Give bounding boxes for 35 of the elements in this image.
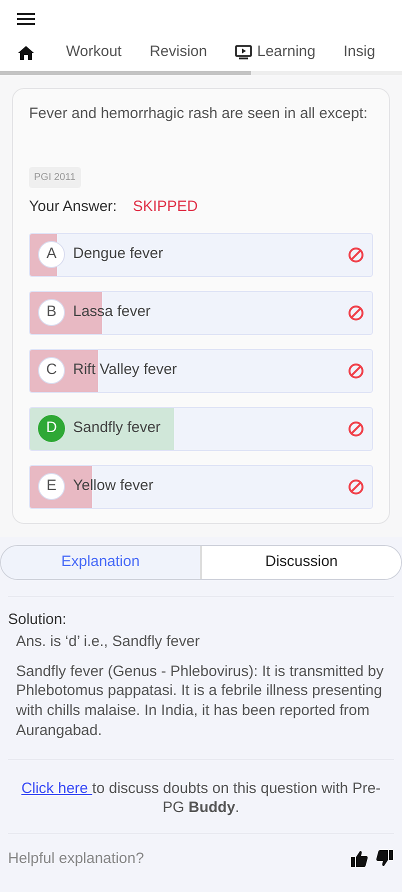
- segment-tab[interactable]: Discussion: [200, 546, 401, 578]
- nav-tab[interactable]: Revision: [136, 41, 222, 64]
- nav-tab[interactable]: Workout: [52, 41, 136, 64]
- explanation-text: Sandfly fever (Genus - Phlebovirus): It is transmitted by Phlebotomus pappatasi. It is a febrile illness presenting with chills malaise. In India, it has been reported from Aurangabad.: [15, 662, 385, 741]
- skipped-icon: [348, 246, 364, 262]
- option-row[interactable]: E Yellow fever: [29, 464, 373, 508]
- exam-tag: PGI 2011: [29, 167, 81, 188]
- nav-tab[interactable]: Learning: [221, 41, 330, 64]
- option-row[interactable]: B Lassa fever: [29, 290, 373, 334]
- option-row[interactable]: D Sandfly fever: [29, 406, 373, 450]
- thumbs-up-icon[interactable]: [350, 850, 368, 868]
- menu-icon[interactable]: [16, 11, 36, 28]
- option-text: Lassa fever: [73, 302, 152, 322]
- nav-tab[interactable]: Insig: [330, 41, 390, 64]
- question-text: Fever and hemorrhagic rash are seen in all except:: [29, 104, 369, 124]
- answer-label: Your Answer:: [29, 197, 117, 217]
- feedback-label: Helpful explanation?: [8, 848, 145, 869]
- home-icon: [18, 46, 34, 60]
- skipped-icon: [348, 304, 364, 320]
- option-text: Yellow fever: [73, 476, 154, 496]
- skipped-icon: [348, 362, 364, 378]
- skipped-icon: [348, 478, 364, 494]
- option-text: Sandfly fever: [73, 418, 162, 438]
- option-row[interactable]: C Rift Valley fever: [29, 348, 373, 392]
- discuss-text: Click here to discuss doubts on this question with Pre-PG Buddy.: [20, 778, 382, 818]
- video-icon: [235, 45, 252, 60]
- thumbs-down-icon[interactable]: [376, 850, 394, 868]
- answer-status: SKIPPED: [132, 197, 198, 217]
- solution-heading: Solution:: [8, 610, 68, 630]
- option-text: Rift Valley fever: [73, 360, 178, 380]
- click-here-link[interactable]: Click here: [21, 780, 92, 797]
- skipped-icon: [348, 420, 364, 436]
- answer-text: Ans. is ‘d’ i.e., Sandfly fever: [15, 632, 201, 652]
- option-row[interactable]: A Dengue fever: [29, 232, 373, 276]
- option-text: Dengue fever: [73, 244, 164, 264]
